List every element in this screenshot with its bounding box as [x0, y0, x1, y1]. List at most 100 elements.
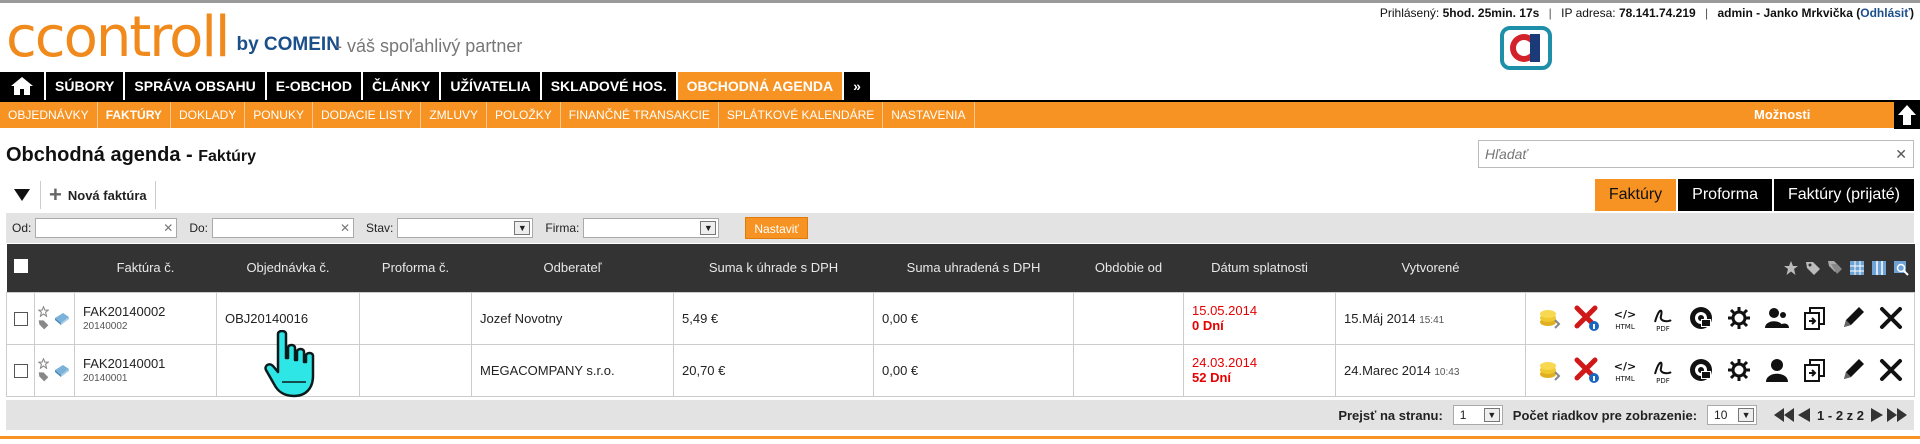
svg-text:PDF: PDF — [1656, 325, 1670, 332]
invoice-sub-number: 20140002 — [83, 321, 128, 332]
subnav-nastavenia[interactable]: NASTAVENIA — [883, 102, 975, 128]
col-suma-uhradena[interactable]: Suma uhradená s DPH — [873, 244, 1074, 292]
delete-info-icon[interactable] — [1572, 355, 1602, 385]
settings-icon[interactable] — [1724, 303, 1754, 333]
close-icon[interactable] — [1876, 355, 1906, 385]
subnav-doklady[interactable]: DOKLADY — [171, 102, 246, 128]
star-icon[interactable] — [38, 358, 49, 369]
clear-search-icon[interactable]: ✕ — [1895, 146, 1907, 163]
user-icon[interactable] — [1762, 355, 1792, 385]
email-icon[interactable] — [1686, 303, 1716, 333]
logout-link[interactable]: Odhlásiť — [1860, 6, 1910, 20]
filter-set-button[interactable]: Nastaviť — [745, 217, 808, 239]
first-page-icon[interactable] — [1773, 407, 1795, 423]
cell-created: 24.Marec 2014 10:43 — [1335, 343, 1526, 397]
cell-amount-paid: 0,00 € — [873, 343, 1074, 397]
col-obdobie-od[interactable]: Obdobie od — [1073, 244, 1184, 292]
star-icon[interactable] — [1783, 260, 1799, 276]
edit-icon[interactable] — [1838, 303, 1868, 333]
grid-view-icon[interactable] — [1849, 260, 1865, 276]
email-icon[interactable] — [1686, 355, 1716, 385]
col-vytvorene[interactable]: Vytvorené — [1335, 244, 1526, 292]
delete-info-icon[interactable] — [1572, 303, 1602, 333]
prev-page-icon[interactable] — [1797, 407, 1811, 423]
tab-faktury-prijate[interactable]: Faktúry (prijaté) — [1773, 179, 1914, 211]
tag-icon[interactable] — [38, 371, 49, 382]
logo[interactable]: ccontroll by COMEIN — [6, 8, 340, 66]
created-time: 10:43 — [1434, 366, 1460, 378]
subnav-faktury[interactable]: FAKTÚRY — [98, 102, 171, 128]
scroll-top-button[interactable] — [1894, 101, 1920, 129]
row-checkbox[interactable] — [13, 311, 28, 326]
nav-subory[interactable]: SÚBORY — [46, 72, 126, 100]
pdf-icon[interactable]: PDF — [1648, 303, 1678, 333]
row-select-cell — [6, 291, 35, 345]
cell-invoice[interactable]: FAK20140001 20140001 — [74, 343, 217, 397]
col-datum-splatnosti[interactable]: Dátum splatnosti — [1183, 244, 1336, 292]
cell-invoice[interactable]: FAK20140002 20140002 — [74, 291, 217, 345]
select-all-checkbox[interactable] — [13, 259, 28, 274]
clear-to-icon[interactable]: ✕ — [340, 221, 350, 235]
search-table-icon[interactable] — [1893, 260, 1909, 276]
col-faktura[interactable]: Faktúra č. — [74, 244, 217, 292]
hand-cursor-icon — [264, 330, 315, 398]
users-icon[interactable] — [1762, 303, 1792, 333]
coins-icon[interactable] — [1534, 303, 1564, 333]
nav-uzivatelia[interactable]: UŽÍVATELIA — [441, 72, 542, 100]
subnav-splatkove-kalendare[interactable]: SPLÁTKOVÉ KALENDÁRE — [719, 102, 884, 128]
copy-icon[interactable] — [1800, 303, 1830, 333]
row-checkbox[interactable] — [13, 363, 28, 378]
due-days: 52 Dní — [1192, 370, 1232, 385]
rows-per-page-select[interactable]: 10 ▼ — [1707, 405, 1758, 425]
nav-skladove-hos[interactable]: SKLADOVÉ HOS. — [542, 72, 678, 100]
options-menu[interactable]: Možnosti — [1754, 102, 1810, 128]
subnav-objednavky[interactable]: OBJEDNÁVKY — [0, 102, 98, 128]
order-number[interactable]: OBJ20140016 — [225, 311, 308, 326]
filter-to-input[interactable]: ✕ — [212, 218, 355, 238]
next-page-icon[interactable] — [1870, 407, 1884, 423]
goto-page-select[interactable]: 1 ▼ — [1452, 405, 1503, 425]
col-suma-k-uhrade[interactable]: Suma k úhrade s DPH — [673, 244, 874, 292]
last-page-icon[interactable] — [1886, 407, 1908, 423]
clear-from-icon[interactable]: ✕ — [163, 221, 173, 235]
subnav-ponuky[interactable]: PONUKY — [245, 102, 313, 128]
columns-icon[interactable] — [1871, 260, 1887, 276]
header-icon-cell — [34, 244, 75, 292]
filter-company-select[interactable]: ▼ — [583, 218, 720, 238]
star-icon[interactable] — [38, 306, 49, 317]
tags-icon[interactable] — [1827, 260, 1843, 276]
tab-faktury[interactable]: Faktúry — [1594, 179, 1677, 211]
nav-sprava-obsahu[interactable]: SPRÁVA OBSAHU — [125, 72, 267, 100]
coins-icon[interactable] — [1534, 355, 1564, 385]
settings-icon[interactable] — [1724, 355, 1754, 385]
html-icon[interactable]: </> HTML — [1610, 355, 1640, 385]
subnav-polozky[interactable]: POLOŽKY — [487, 102, 561, 128]
toggle-filter-icon[interactable] — [14, 189, 30, 201]
cell-due-date: 15.05.2014 0 Dní — [1183, 291, 1336, 345]
filter-from-input[interactable]: ✕ — [35, 218, 178, 238]
tag-icon[interactable] — [1805, 260, 1821, 276]
subnav-zmluvy[interactable]: ZMLUVY — [421, 102, 488, 128]
new-invoice-button[interactable]: + Nová faktúra — [41, 181, 156, 209]
tag-icon[interactable] — [38, 319, 49, 330]
nav-e-obchod[interactable]: E-OBCHOD — [267, 72, 363, 100]
subnav-dodacie-listy[interactable]: DODACIE LISTY — [313, 102, 422, 128]
filter-state-select[interactable]: ▼ — [397, 218, 534, 238]
close-icon[interactable] — [1876, 303, 1906, 333]
edit-icon[interactable] — [1838, 355, 1868, 385]
nav-more[interactable]: » — [844, 72, 872, 100]
col-proforma[interactable]: Proforma č. — [359, 244, 472, 292]
col-objednavka[interactable]: Objednávka č. — [216, 244, 360, 292]
copy-icon[interactable] — [1800, 355, 1830, 385]
nav-obchodna-agenda[interactable]: OBCHODNÁ AGENDA — [677, 72, 845, 100]
nav-clanky[interactable]: ČLÁNKY — [363, 72, 442, 100]
subnav-financne-transakcie[interactable]: FINANČNÉ TRANSAKCIE — [561, 102, 719, 128]
home-button[interactable] — [0, 72, 46, 100]
pdf-icon[interactable]: PDF — [1648, 355, 1678, 385]
tab-proforma[interactable]: Proforma — [1678, 179, 1772, 211]
col-odberatel[interactable]: Odberateľ — [471, 244, 674, 292]
search-input[interactable] — [1479, 141, 1913, 167]
cell-period-from — [1073, 291, 1184, 345]
html-icon[interactable]: </> HTML — [1610, 303, 1640, 333]
cell-actions: </> HTML PDF — [1525, 343, 1915, 397]
